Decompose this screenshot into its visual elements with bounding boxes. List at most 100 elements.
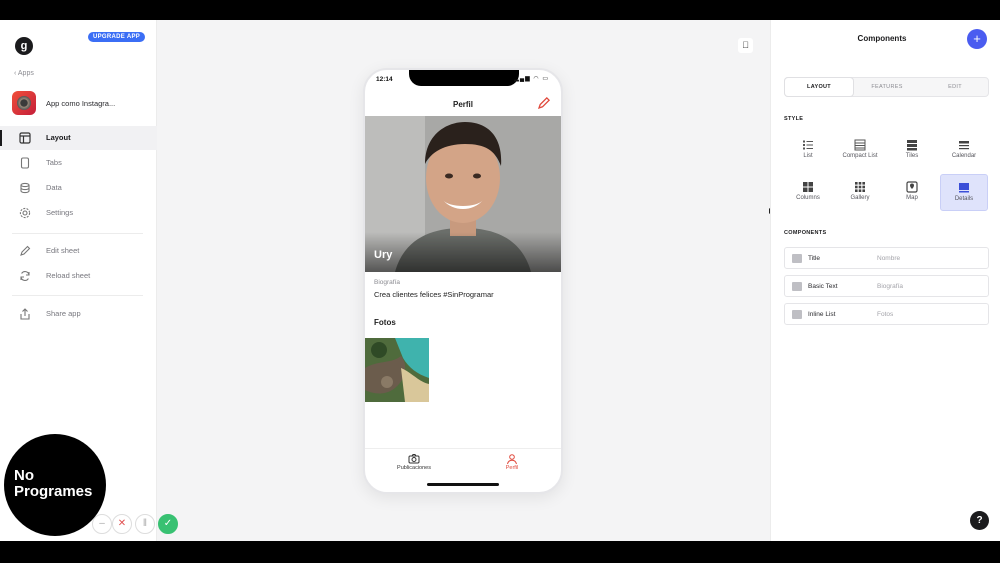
component-value: Fotos <box>877 311 894 318</box>
component-row-title[interactable]: Title Nombre <box>784 247 989 269</box>
nav-item-layout[interactable]: Layout <box>0 126 157 150</box>
beach-photo <box>365 338 429 402</box>
close-icon[interactable]: ✕ <box>112 514 132 534</box>
app-thumbnail-icon <box>12 91 36 115</box>
photos-heading: Fotos <box>374 318 396 327</box>
edit-pencil-icon[interactable] <box>537 96 551 110</box>
component-value: Nombre <box>877 255 901 262</box>
tab-label: Perfil <box>505 465 519 471</box>
nav-item-label: Layout <box>46 133 71 142</box>
nav-item-label: Settings <box>46 208 74 217</box>
back-to-apps-link[interactable]: ‹ Apps <box>14 70 34 77</box>
panel-segmented-control: LAYOUT FEATURES EDIT <box>784 77 989 97</box>
style-label: Map <box>906 195 918 201</box>
bio-text: Crea clientes felices #SinProgramar <box>374 290 494 299</box>
reload-icon <box>19 270 31 282</box>
share-app-label: Share app <box>46 309 81 318</box>
component-name: Inline List <box>808 311 836 318</box>
photo-thumbnail[interactable] <box>365 338 429 402</box>
tab-label: Publicaciones <box>397 465 431 471</box>
phone-preview: 12:14 ▂▄▆ ◠ ▭ Perfil Ury Biografía Crea … <box>363 68 563 494</box>
add-component-button[interactable]: + <box>967 29 987 49</box>
logo-line-1: No <box>14 467 34 484</box>
nav-item-data[interactable]: Data <box>0 176 157 200</box>
pencil-icon <box>19 245 31 257</box>
tab-layout[interactable]: LAYOUT <box>785 78 853 96</box>
database-icon <box>19 182 31 194</box>
person-icon <box>506 452 518 465</box>
share-app-link[interactable]: Share app <box>0 302 157 326</box>
app-name: App como Instagra... <box>46 99 116 108</box>
camera-icon <box>408 452 420 464</box>
confirm-check-icon[interactable]: ✓ <box>158 514 178 534</box>
text-component-icon <box>792 282 802 291</box>
upgrade-app-button[interactable]: UPGRADE APP <box>88 32 146 42</box>
component-row-inline-list[interactable]: Inline List Fotos <box>784 303 989 325</box>
style-label: Tiles <box>905 153 919 159</box>
profile-name: Ury <box>374 249 393 261</box>
help-button[interactable]: ? <box>970 511 989 530</box>
style-label: Details <box>954 196 974 202</box>
edit-sheet-label: Edit sheet <box>46 246 80 255</box>
gear-icon <box>19 207 31 219</box>
reload-sheet-link[interactable]: Reload sheet <box>0 264 157 288</box>
tab-publicaciones[interactable]: Publicaciones <box>365 452 463 471</box>
style-label: Calendar <box>951 153 977 159</box>
tab-perfil[interactable]: Perfil <box>463 452 561 471</box>
style-option-gallery[interactable]: Gallery <box>836 174 884 211</box>
status-signal-icons: ▂▄▆ ◠ ▭ <box>514 76 549 82</box>
gallery-icon <box>854 180 866 192</box>
nav-item-tabs[interactable]: Tabs <box>0 151 157 175</box>
photo-gradient <box>365 232 561 272</box>
compact-list-icon <box>854 138 866 151</box>
style-option-list[interactable]: List <box>784 132 832 169</box>
pause-icon[interactable]: ǁ <box>135 514 155 534</box>
nav-item-label: Data <box>46 183 62 192</box>
logo-line-2: Programes <box>14 483 93 500</box>
sidebar-divider <box>12 295 143 296</box>
inline-list-component-icon <box>792 310 802 319</box>
bio-label: Biografía <box>374 279 401 286</box>
style-option-columns[interactable]: Columns <box>784 174 832 211</box>
style-option-tiles[interactable]: Tiles <box>888 132 936 169</box>
nav-item-settings[interactable]: Settings <box>0 201 157 225</box>
bottom-tab-bar: Publicaciones Perfil <box>365 448 561 478</box>
more-icon[interactable]: – <box>92 514 112 534</box>
calendar-icon <box>958 138 970 150</box>
sidebar-divider <box>12 233 143 234</box>
component-name: Basic Text <box>808 283 838 290</box>
style-label: List <box>803 153 813 159</box>
screen-title: Perfil <box>452 100 473 109</box>
layout-icon <box>19 132 31 144</box>
style-label: Compact List <box>842 153 878 159</box>
columns-icon <box>802 180 814 192</box>
style-option-calendar[interactable]: Calendar <box>940 132 988 169</box>
map-icon <box>906 180 918 193</box>
style-label: Gallery <box>850 195 870 201</box>
component-value: Biografía <box>877 283 904 290</box>
share-icon <box>19 308 31 320</box>
glide-logo[interactable]: g <box>15 37 33 55</box>
status-time: 12:14 <box>376 76 393 83</box>
no-programes-logo: No Programes <box>4 434 106 536</box>
current-app[interactable]: App como Instagra... <box>12 91 157 115</box>
app-window: g UPGRADE APP ‹ Apps App como Instagra..… <box>0 20 1000 541</box>
style-option-compact-list[interactable]: Compact List <box>836 132 884 169</box>
style-heading: STYLE <box>784 116 804 122</box>
reload-sheet-label: Reload sheet <box>46 271 91 280</box>
tab-edit[interactable]: EDIT <box>921 78 989 96</box>
details-icon <box>958 181 970 193</box>
edit-sheet-link[interactable]: Edit sheet <box>0 239 157 263</box>
style-label: Columns <box>796 195 820 201</box>
components-panel: Components + LAYOUT FEATURES EDIT STYLE … <box>770 20 1000 541</box>
apple-device-icon[interactable]:  <box>738 38 753 53</box>
tablet-icon <box>19 157 31 169</box>
style-option-map[interactable]: Map <box>888 174 936 211</box>
style-option-details[interactable]: Details <box>940 174 988 211</box>
tiles-icon <box>906 138 918 151</box>
profile-photo: Ury <box>365 116 561 272</box>
tab-features[interactable]: FEATURES <box>853 78 921 96</box>
component-row-basic-text[interactable]: Basic Text Biografía <box>784 275 989 297</box>
phone-notch <box>409 70 519 86</box>
nav-item-label: Tabs <box>46 158 62 167</box>
